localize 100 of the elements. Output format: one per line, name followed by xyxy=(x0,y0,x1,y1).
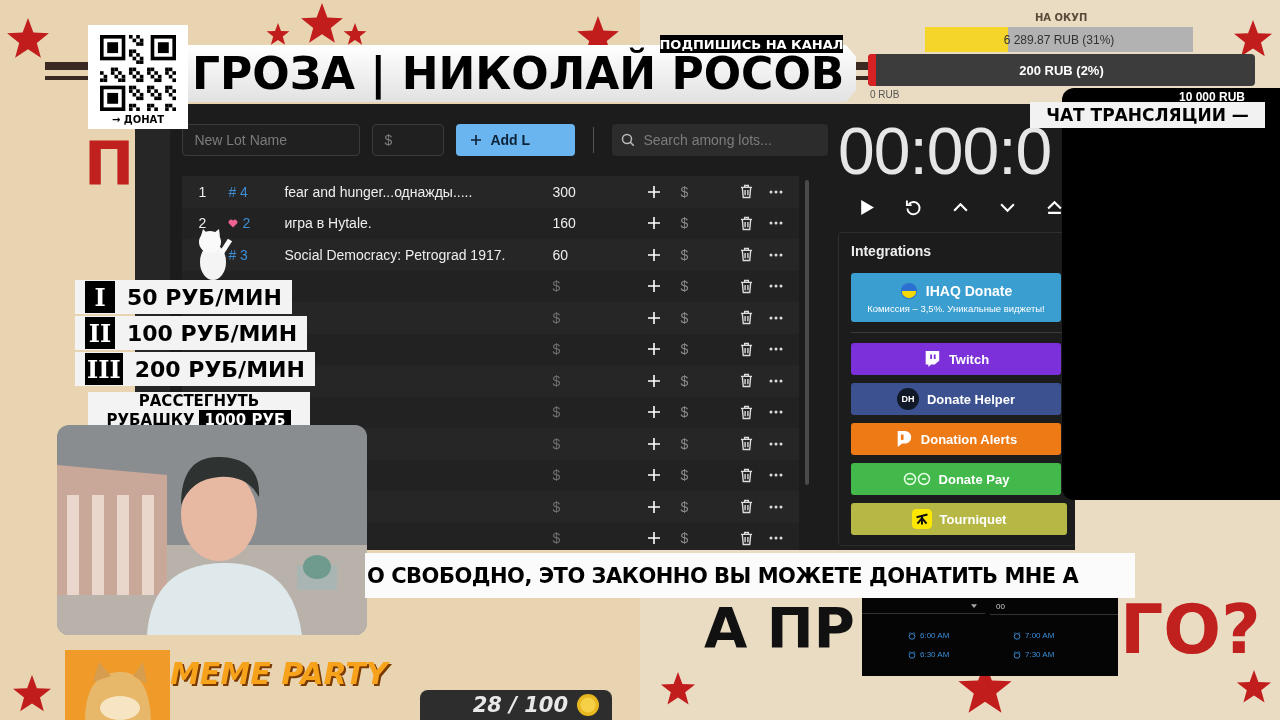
trash-icon[interactable] xyxy=(739,215,753,231)
hour-field[interactable]: 00 xyxy=(990,598,1118,615)
trash-icon[interactable] xyxy=(739,341,753,357)
more-icon[interactable] xyxy=(769,441,784,446)
add-money-button[interactable]: $ xyxy=(680,246,689,263)
amount-field[interactable]: $ xyxy=(552,372,613,389)
lot-tag: # 3 xyxy=(228,246,248,263)
plus-icon[interactable] xyxy=(648,280,661,293)
meme-title: MEME PARTY xyxy=(170,656,388,691)
goal-text: 200 RUB (2%) xyxy=(1019,62,1104,78)
amount-field[interactable]: $ xyxy=(552,404,613,421)
trash-icon[interactable] xyxy=(739,499,753,515)
more-icon[interactable] xyxy=(769,221,784,226)
price-text: 50 РУБ/МИН xyxy=(127,284,282,310)
add-money-button[interactable]: $ xyxy=(680,404,689,421)
plus-icon[interactable] xyxy=(648,437,661,450)
trash-icon[interactable] xyxy=(739,404,753,420)
eject-icon[interactable] xyxy=(1046,198,1063,216)
add-money-button[interactable]: $ xyxy=(680,309,689,326)
amount-field[interactable]: $ xyxy=(552,530,613,547)
trash-icon[interactable] xyxy=(739,278,753,294)
amount-field[interactable]: $ xyxy=(552,467,613,484)
coin-icon xyxy=(576,693,600,717)
plus-icon[interactable] xyxy=(648,406,661,419)
tile-icon xyxy=(911,509,932,529)
plus-icon[interactable] xyxy=(648,343,661,356)
more-icon[interactable] xyxy=(769,504,784,509)
time-option[interactable]: 7:30 AM xyxy=(1013,650,1055,659)
trash-icon[interactable] xyxy=(739,467,753,483)
add-money-button[interactable]: $ xyxy=(680,341,689,358)
star-drawing xyxy=(1234,20,1272,57)
alarm-icon xyxy=(908,650,916,659)
heart-icon xyxy=(228,218,239,228)
reset-icon[interactable] xyxy=(905,198,922,216)
add-money-button[interactable]: $ xyxy=(680,467,689,484)
scrollbar[interactable] xyxy=(805,180,810,485)
more-icon[interactable] xyxy=(769,252,784,257)
trash-icon[interactable] xyxy=(739,530,753,546)
add-money-button[interactable]: $ xyxy=(680,498,689,515)
monogram-badge: DH xyxy=(896,388,919,410)
play-icon[interactable] xyxy=(858,198,875,216)
add-lot-button[interactable]: Add L xyxy=(456,124,576,156)
more-icon[interactable] xyxy=(769,189,784,194)
time-option[interactable]: 6:00 AM xyxy=(908,631,950,640)
integration-button[interactable]: Donate Pay xyxy=(851,463,1061,495)
amount-field[interactable]: $ xyxy=(552,435,613,452)
add-money-button[interactable]: $ xyxy=(680,278,689,295)
poster-letter: П xyxy=(84,134,135,194)
lot-amount: 160 xyxy=(552,215,576,232)
lot-amount: 60 xyxy=(552,246,568,263)
add-money-button[interactable]: $ xyxy=(680,215,689,232)
tier-numeral: II xyxy=(85,317,115,349)
tier-numeral: I xyxy=(85,281,115,313)
more-icon[interactable] xyxy=(769,378,784,383)
row-number: 1 xyxy=(198,183,208,200)
price-text: 200 РУБ/МИН xyxy=(134,356,305,382)
plus-icon[interactable] xyxy=(648,532,661,545)
trash-icon[interactable] xyxy=(739,184,753,200)
trash-icon[interactable] xyxy=(739,247,753,263)
counter-text: 28 / 100 xyxy=(472,693,568,717)
linked-circles-icon xyxy=(902,472,931,486)
more-icon[interactable] xyxy=(769,315,784,320)
time-option[interactable]: 6:30 AM xyxy=(908,650,950,659)
amount-field[interactable]: $ xyxy=(372,124,445,156)
plus-icon xyxy=(470,134,483,146)
plus-icon[interactable] xyxy=(648,248,661,261)
time-option[interactable]: 7:00 AM xyxy=(1013,631,1055,640)
integration-button[interactable]: Donation Alerts xyxy=(851,423,1061,455)
more-icon[interactable] xyxy=(769,284,784,289)
more-icon[interactable] xyxy=(769,410,784,415)
integration-button[interactable]: Twitch xyxy=(851,343,1061,375)
amount-field[interactable]: $ xyxy=(552,309,613,326)
trash-icon[interactable] xyxy=(739,373,753,389)
plus-icon[interactable] xyxy=(648,185,661,198)
lot-name-field[interactable]: New Lot Name xyxy=(182,124,361,156)
integration-button[interactable]: DH Donate Helper xyxy=(851,383,1061,415)
amount-field[interactable]: $ xyxy=(552,278,613,295)
qr-caption: → ДОНАТ xyxy=(111,114,165,125)
amount-field[interactable]: $ xyxy=(552,498,613,515)
more-icon[interactable] xyxy=(769,473,784,478)
more-icon[interactable] xyxy=(769,347,784,352)
add-money-button[interactable]: $ xyxy=(680,435,689,452)
add-money-button[interactable]: $ xyxy=(680,183,689,200)
trash-icon[interactable] xyxy=(739,310,753,326)
plus-icon[interactable] xyxy=(648,217,661,230)
plus-icon[interactable] xyxy=(648,374,661,387)
plus-icon[interactable] xyxy=(648,311,661,324)
add-money-button[interactable]: $ xyxy=(680,530,689,547)
row-number: 2 xyxy=(198,215,208,232)
integration-button[interactable]: IHAQ Donate Комиссия – 3,5%. Уникальные виджеты! xyxy=(851,273,1061,322)
extra-text: РУБАШКУ xyxy=(106,411,195,429)
plus-icon[interactable] xyxy=(648,500,661,513)
panel-title: Integrations xyxy=(851,242,933,261)
price-text: 100 РУБ/МИН xyxy=(127,320,298,346)
trash-icon[interactable] xyxy=(739,436,753,452)
more-icon[interactable] xyxy=(769,536,784,541)
add-money-button[interactable]: $ xyxy=(680,372,689,389)
amount-field[interactable]: $ xyxy=(552,341,613,358)
search-field[interactable]: Search among lots... xyxy=(612,124,829,156)
plus-icon[interactable] xyxy=(648,469,661,482)
